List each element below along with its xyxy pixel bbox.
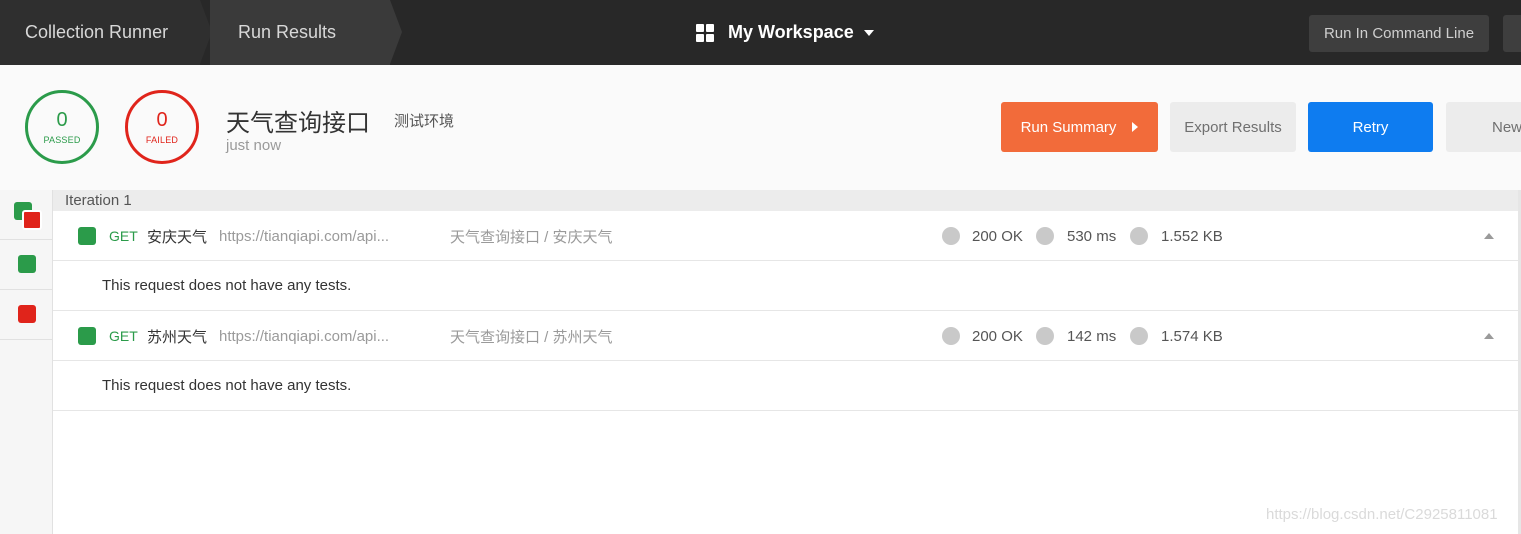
run-time: just now: [226, 137, 282, 154]
status-dot-icon: [942, 227, 960, 245]
chevron-up-icon[interactable]: [1484, 233, 1494, 239]
response-time: 142 ms: [1067, 327, 1117, 345]
response-status: 200 OK: [972, 327, 1023, 345]
caret-right-icon: [1132, 122, 1139, 132]
environment-name: 测试环境: [394, 113, 455, 130]
new-button[interactable]: New: [1446, 102, 1521, 152]
breadcrumb-run-results[interactable]: Run Results: [210, 0, 390, 65]
chevron-up-icon[interactable]: [1484, 333, 1494, 339]
topbar-extra-button[interactable]: [1503, 15, 1521, 52]
fail-square-icon: [22, 210, 42, 230]
time-dot-icon: [1036, 227, 1054, 245]
time-dot-icon: [1036, 327, 1054, 345]
size-dot-icon: [1130, 227, 1148, 245]
passed-count: 0: [56, 108, 68, 131]
request-method: GET: [109, 328, 138, 344]
collection-name: 天气查询接口: [226, 110, 370, 137]
request-path: 天气查询接口 / 苏州天气: [450, 328, 613, 346]
workspace-name: My Workspace: [728, 22, 854, 42]
request-path: 天气查询接口 / 安庆天气: [450, 228, 613, 246]
run-summary-header: 0 PASSED 0 FAILED 天气查询接口 测试环境 just now R…: [0, 65, 1521, 190]
request-url: https://tianqiapi.com/api...: [219, 227, 390, 245]
retry-button[interactable]: Retry: [1308, 102, 1433, 152]
response-time: 530 ms: [1067, 227, 1117, 245]
export-results-button[interactable]: Export Results: [1170, 102, 1296, 152]
response-status: 200 OK: [972, 227, 1023, 245]
status-dot-icon: [942, 327, 960, 345]
status-square-icon: [78, 327, 96, 345]
failed-count: 0: [156, 108, 168, 131]
watermark-text: https://blog.csdn.net/C2925811081: [1266, 506, 1498, 523]
request-row[interactable]: GET 安庆天气 https://tianqiapi.com/api... 天气…: [53, 211, 1518, 261]
failed-counter: 0 FAILED: [125, 90, 199, 164]
filter-all[interactable]: [0, 190, 52, 240]
iteration-header: Iteration 1: [53, 190, 1521, 211]
failed-label: FAILED: [145, 134, 179, 145]
size-dot-icon: [1130, 327, 1148, 345]
workspace-grid-icon: [696, 23, 714, 42]
filter-passed[interactable]: [0, 240, 52, 290]
response-size: 1.574 KB: [1161, 327, 1223, 345]
workspace-selector[interactable]: My Workspace: [696, 0, 874, 65]
test-results-note: This request does not have any tests.: [53, 261, 1518, 311]
result-filters: [0, 190, 53, 534]
passed-counter: 0 PASSED: [25, 90, 99, 164]
run-summary-button[interactable]: Run Summary: [1001, 102, 1158, 152]
request-url: https://tianqiapi.com/api...: [219, 327, 390, 345]
chevron-down-icon: [863, 29, 874, 36]
status-square-icon: [78, 227, 96, 245]
request-name: 安庆天气: [147, 228, 208, 246]
response-size: 1.552 KB: [1161, 227, 1223, 245]
request-method: GET: [109, 228, 138, 244]
run-summary-label: Run Summary: [1020, 118, 1117, 136]
request-row[interactable]: GET 苏州天气 https://tianqiapi.com/api... 天气…: [53, 311, 1518, 361]
run-in-command-line-button[interactable]: Run In Command Line: [1309, 15, 1489, 52]
breadcrumb-separator: [390, 0, 402, 64]
test-results-note: This request does not have any tests.: [53, 361, 1518, 411]
request-name: 苏州天气: [147, 328, 208, 346]
passed-label: PASSED: [43, 134, 81, 145]
fail-square-icon: [18, 305, 36, 323]
filter-failed[interactable]: [0, 290, 52, 340]
pass-square-icon: [18, 255, 36, 273]
breadcrumb-collection-runner[interactable]: Collection Runner: [0, 0, 200, 65]
top-bar: Collection Runner Run Results My Workspa…: [0, 0, 1521, 65]
